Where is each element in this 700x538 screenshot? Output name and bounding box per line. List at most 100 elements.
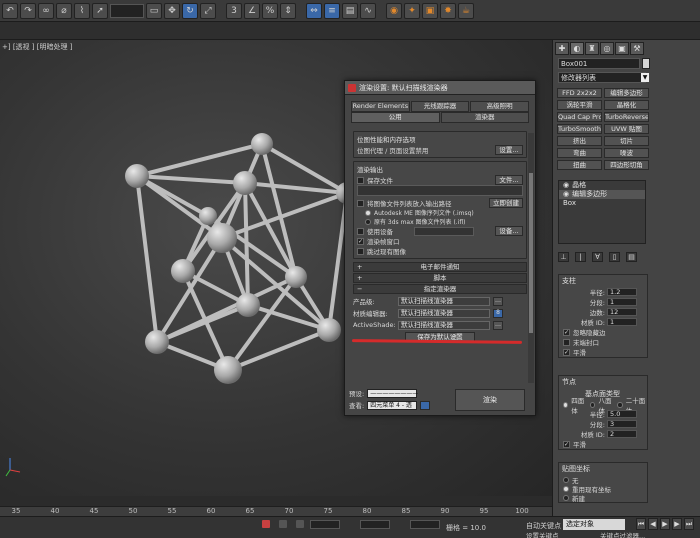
key-filter-button[interactable]: 关键点过滤器... [600,530,645,538]
redo-icon[interactable]: ↷ [20,2,36,19]
tab-common[interactable]: 公用 [351,112,440,123]
render-setup-icon[interactable]: ✦ [404,2,420,19]
tab-renderer[interactable]: 渲染器 [440,112,529,123]
modifier-button[interactable]: FFD 2x2x2 [557,88,602,98]
output-path-field[interactable] [357,185,523,196]
strut-material-field[interactable]: 1 [607,318,637,326]
material-editor-icon[interactable]: ◉ [386,2,402,19]
angle-snap-icon[interactable]: ∠ [244,2,260,19]
modifier-button[interactable]: 编辑多边形 [604,88,649,98]
lock-view-icon[interactable] [420,400,431,410]
joints-title[interactable]: 节点 [559,376,647,388]
script-rollout[interactable]: + 脚本 [353,273,527,283]
create-now-button[interactable]: 立即创建 [489,198,523,208]
modifier-button[interactable]: 噪波 [604,148,649,158]
stack-item[interactable]: Box [559,199,645,208]
device-field[interactable] [414,226,474,236]
choose-activeshade-button[interactable]: … [493,320,503,330]
make-unique-icon[interactable]: ∀ [592,252,603,262]
render-frame-icon[interactable]: ▣ [422,2,438,19]
mapping-reuse-radio[interactable] [563,485,569,492]
modify-tab-icon[interactable]: ◐ [570,42,584,55]
modifier-button[interactable]: 四边形切角 [604,160,649,170]
skip-existing-checkbox[interactable] [357,247,364,255]
ignore-hidden-checkbox[interactable]: ✓ [563,328,570,336]
mapping-title[interactable]: 贴图坐标 [559,463,647,475]
key-icon[interactable] [262,520,270,528]
mirror-icon[interactable]: ⇔ [306,2,322,19]
motion-tab-icon[interactable]: ◎ [600,42,614,55]
select-icon[interactable]: ➚ [92,2,108,19]
rotate-icon[interactable]: ↻ [182,2,198,19]
pin-stack-icon[interactable]: ⊥ [558,252,569,262]
unlink-icon[interactable]: ⌀ [56,2,72,19]
remove-modifier-icon[interactable]: ▯ [609,252,620,262]
render-frame-checkbox[interactable]: ✓ [357,237,364,245]
view-dropdown[interactable]: 四元菜单 4 - 透 [367,400,418,410]
link-icon[interactable]: ∞ [38,2,54,19]
spinner-snap-icon[interactable]: ⇕ [280,2,296,19]
object-name-field[interactable]: Box001 [558,58,640,69]
object-color-swatch[interactable] [642,58,650,69]
timeline-ruler[interactable]: 35 40 45 50 55 60 65 70 75 80 85 90 95 1… [0,506,552,516]
move-icon[interactable]: ✥ [164,2,180,19]
legacy-list-row[interactable]: 原有 3ds max 图像文件列表 (.ifl) [357,217,523,226]
set-key-button[interactable]: 设置关键点 [526,530,559,538]
eye-icon[interactable]: ◉ [563,181,569,190]
icosa-radio[interactable] [617,401,623,408]
strut-radius-field[interactable]: 1.2 [607,288,637,296]
modifier-button[interactable]: UVW 贴图 [604,124,649,134]
joint-smooth-row[interactable]: ✓ 平滑 [559,439,647,449]
choose-production-button[interactable]: … [493,296,503,306]
scale-icon[interactable]: ⤢ [200,2,216,19]
joint-segments-field[interactable]: 3 [607,420,637,428]
show-end-result-icon[interactable]: | [575,252,586,262]
strut-segments-field[interactable]: 1 [607,298,637,306]
files-button[interactable]: 文件... [495,175,523,185]
stack-item[interactable]: ◉ 晶格 [559,181,645,190]
mapping-new-row[interactable]: 新建 [559,493,647,503]
layer-icon[interactable]: ▤ [342,2,358,19]
modifier-list-dropdown[interactable]: 修改器列表 [558,72,646,83]
tab-advanced-lighting[interactable]: 高级照明 [470,101,530,112]
modifier-button[interactable]: 涡轮平滑 [557,100,602,110]
render-frame-row[interactable]: ✓ 渲染帧窗口 [357,236,523,246]
create-tab-icon[interactable]: ✚ [555,42,569,55]
undo-icon[interactable]: ↶ [2,2,18,19]
joint-smooth-checkbox[interactable]: ✓ [563,440,570,448]
hierarchy-tab-icon[interactable]: ♜ [585,42,599,55]
go-end-icon[interactable]: ⏭ [684,518,694,530]
snap-icon[interactable]: 3 [226,2,242,19]
bitmap-setup-button[interactable]: 设置... [495,145,523,155]
y-coordinate-field[interactable] [360,520,390,529]
scrollbar-thumb[interactable] [529,173,533,333]
configure-sets-icon[interactable]: ▤ [626,252,637,262]
strut-smooth-checkbox[interactable]: ✓ [563,348,570,356]
octa-radio[interactable] [590,401,596,408]
modifier-button[interactable]: 弯曲 [557,148,602,158]
end-caps-row[interactable]: 末端封口 [559,337,647,347]
end-caps-checkbox[interactable] [563,338,570,346]
mapping-new-radio[interactable] [563,494,569,501]
modifier-button[interactable]: 挤出 [557,136,602,146]
z-coordinate-field[interactable] [410,520,440,529]
mapping-none-radio[interactable] [563,476,569,483]
select-region-icon[interactable]: ▭ [146,2,162,19]
teapot-icon[interactable]: ☕ [458,2,474,19]
save-file-checkbox[interactable] [357,176,364,184]
dialog-scrollbar[interactable] [528,133,534,383]
struts-title[interactable]: 支柱 [559,275,647,287]
render-button[interactable]: 渲染 [455,389,525,411]
chevron-down-icon[interactable]: ▼ [641,73,649,82]
modifier-button[interactable]: 切片 [604,136,649,146]
bind-icon[interactable]: ⌇ [74,2,90,19]
play-icon[interactable]: ▶ [660,518,670,530]
key-selection-dropdown[interactable]: 选定对象 [563,519,625,530]
joint-material-field[interactable]: 2 [607,430,637,438]
ignore-hidden-row[interactable]: ✓ 忽略隐藏边 [559,327,647,337]
render-icon[interactable]: ✸ [440,2,456,19]
modifier-button[interactable]: 扭曲 [557,160,602,170]
strut-sides-field[interactable]: 12 [607,308,637,316]
lock-icon[interactable] [279,520,287,528]
legacy-list-radio[interactable] [365,218,371,225]
